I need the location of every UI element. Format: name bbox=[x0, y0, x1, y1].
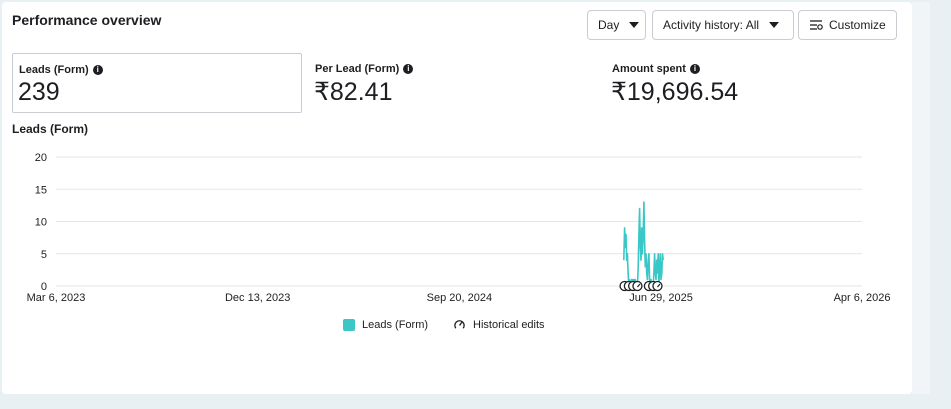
time-granularity-dropdown[interactable]: Day bbox=[587, 10, 646, 40]
historical-edit-marker bbox=[632, 280, 643, 292]
metric-label: Leads (Form) bbox=[19, 64, 89, 76]
chart-legend: Leads (Form) Historical edits bbox=[343, 318, 545, 331]
y-tick-label: 5 bbox=[41, 249, 47, 261]
series-line-leads bbox=[623, 201, 664, 287]
side-panel-edge bbox=[912, 2, 930, 394]
customize-button[interactable]: Customize bbox=[798, 10, 897, 40]
dropdown-label: Activity history: All bbox=[663, 18, 760, 32]
leads-line-chart: 05101520Mar 6, 2023 Dec 13, 2023 Sep 20, 2… bbox=[27, 152, 891, 304]
y-tick-label: 15 bbox=[35, 184, 47, 196]
historical-edit-marker bbox=[652, 280, 663, 292]
legend-swatch-leads bbox=[343, 318, 355, 331]
x-tick-label: Dec 13, 2023 bbox=[225, 292, 290, 304]
metric-tile-leads[interactable]: Leads (Form) i 239 bbox=[12, 53, 302, 113]
metric-value: ₹19,696.54 bbox=[611, 78, 739, 106]
x-tick-label: Apr 6, 2026 bbox=[834, 292, 891, 304]
y-tick-label: 20 bbox=[35, 152, 47, 164]
dropdown-label: Day bbox=[598, 18, 620, 32]
metric-label: Amount spent bbox=[612, 63, 686, 75]
customize-icon bbox=[810, 20, 823, 30]
info-icon[interactable]: i bbox=[689, 64, 700, 74]
page-title: Performance overview bbox=[12, 12, 162, 28]
legend-label-historical-edits[interactable]: Historical edits bbox=[473, 319, 545, 331]
info-icon[interactable]: i bbox=[403, 64, 414, 74]
activity-history-dropdown[interactable]: Activity history: All bbox=[652, 10, 794, 40]
historical-edits-icon bbox=[454, 320, 465, 329]
metric-tile-per-lead[interactable]: Per Lead (Form) i ₹82.41 bbox=[309, 53, 589, 113]
metric-label: Per Lead (Form) bbox=[315, 63, 400, 75]
info-icon[interactable]: i bbox=[92, 65, 103, 75]
metric-value: 239 bbox=[18, 78, 60, 106]
x-tick-label: Sep 20, 2024 bbox=[427, 292, 492, 304]
customize-label: Customize bbox=[829, 18, 886, 32]
chart-title: Leads (Form) bbox=[12, 122, 89, 136]
legend-label-leads[interactable]: Leads (Form) bbox=[362, 319, 428, 331]
caret-down-icon bbox=[769, 22, 780, 28]
metric-value: ₹82.41 bbox=[314, 78, 393, 106]
caret-down-icon bbox=[629, 22, 640, 28]
y-tick-label: 10 bbox=[35, 217, 47, 229]
metric-tile-amount-spent[interactable]: Amount spent i ₹19,696.54 bbox=[606, 53, 886, 113]
x-tick-label: Mar 6, 2023 bbox=[27, 292, 86, 304]
x-tick-label: Jun 29, 2025 bbox=[629, 292, 693, 304]
